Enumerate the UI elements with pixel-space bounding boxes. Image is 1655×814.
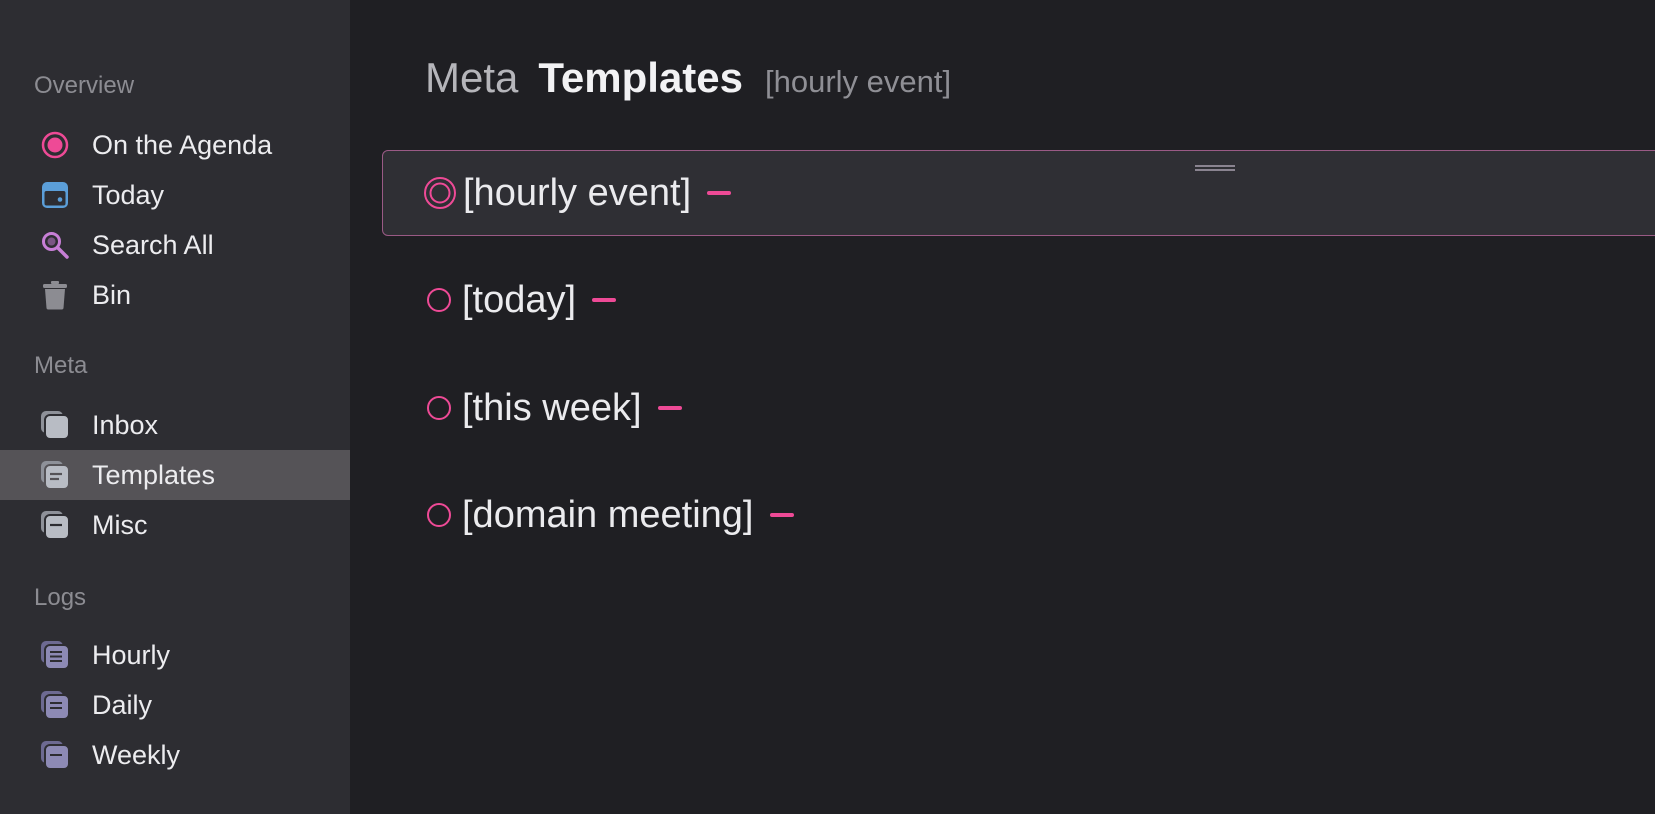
sidebar-item-templates[interactable]: Templates xyxy=(0,450,350,500)
list-item[interactable]: [domain meeting] xyxy=(382,472,1655,558)
list-item-label: [domain meeting] xyxy=(462,494,754,536)
sidebar-item-bin[interactable]: Bin xyxy=(0,270,350,320)
list-item-label: [today] xyxy=(462,279,577,321)
stack-icon xyxy=(40,741,70,770)
main-content: Meta Templates [hourly event] [hourly ev… xyxy=(350,0,1655,814)
stack-icon xyxy=(40,511,70,540)
sidebar-item-label: Today xyxy=(92,180,165,210)
drag-handle-icon[interactable] xyxy=(1195,159,1235,171)
bullet-icon[interactable] xyxy=(422,498,456,532)
sidebar-item-label: On the Agenda xyxy=(92,130,273,160)
sidebar-item-hourly[interactable]: Hourly xyxy=(0,630,350,680)
sidebar: Overview On the Agenda Today Search All … xyxy=(0,0,350,814)
sidebar-item-search-all[interactable]: Search All xyxy=(0,220,350,270)
list-item-text[interactable]: [hourly event] xyxy=(463,150,732,236)
sidebar-item-inbox[interactable]: Inbox xyxy=(0,400,350,450)
list-item[interactable]: [this week] xyxy=(382,365,1655,451)
dash-icon xyxy=(657,405,682,410)
sidebar-item-label: Inbox xyxy=(92,410,159,440)
sidebar-item-on-the-agenda[interactable]: On the Agenda xyxy=(0,120,350,170)
list-item-text[interactable]: [today] xyxy=(462,257,617,343)
sidebar-item-label: Search All xyxy=(92,230,214,260)
sidebar-item-weekly[interactable]: Weekly xyxy=(0,730,350,780)
dash-icon xyxy=(707,190,732,195)
bullet-icon[interactable] xyxy=(422,391,456,425)
bullet-icon[interactable] xyxy=(422,283,456,317)
stack-list-icon xyxy=(40,691,70,720)
sidebar-item-daily[interactable]: Daily xyxy=(0,680,350,730)
list-item-label: [this week] xyxy=(462,387,642,429)
calendar-icon xyxy=(40,181,70,209)
sidebar-item-label: Weekly xyxy=(92,740,181,770)
focused-bullet-icon[interactable] xyxy=(423,176,457,210)
list-item-label: [hourly event] xyxy=(463,172,692,214)
list-item[interactable]: [today] xyxy=(382,257,1655,343)
dash-icon xyxy=(592,297,617,302)
sidebar-item-today[interactable]: Today xyxy=(0,170,350,220)
breadcrumb-parent[interactable]: Meta xyxy=(425,54,518,102)
section-title-meta: Meta xyxy=(34,352,88,379)
agenda-target-icon xyxy=(40,131,70,159)
sidebar-item-label: Daily xyxy=(92,690,153,720)
dash-icon xyxy=(769,512,794,517)
stack-icon xyxy=(40,411,70,440)
breadcrumb-filter[interactable]: [hourly event] xyxy=(765,64,951,100)
list-item[interactable]: [hourly event] xyxy=(382,150,1655,236)
app-window: Overview On the Agenda Today Search All … xyxy=(0,0,1655,814)
search-icon xyxy=(40,231,70,259)
sidebar-item-label: Hourly xyxy=(92,640,171,670)
sidebar-item-misc[interactable]: Misc xyxy=(0,500,350,550)
section-title-logs: Logs xyxy=(34,584,87,611)
list-item-text[interactable]: [this week] xyxy=(462,365,682,451)
stack-list-icon xyxy=(40,641,70,670)
sidebar-item-label: Bin xyxy=(92,280,132,310)
breadcrumb: Meta Templates [hourly event] xyxy=(425,54,951,102)
stack-list-icon xyxy=(40,461,70,490)
section-title-overview: Overview xyxy=(34,72,135,99)
trash-icon xyxy=(40,281,70,310)
page-title: Templates xyxy=(538,54,744,101)
sidebar-item-label: Misc xyxy=(92,510,148,540)
list-item-text[interactable]: [domain meeting] xyxy=(462,472,794,558)
sidebar-item-label: Templates xyxy=(92,460,216,490)
